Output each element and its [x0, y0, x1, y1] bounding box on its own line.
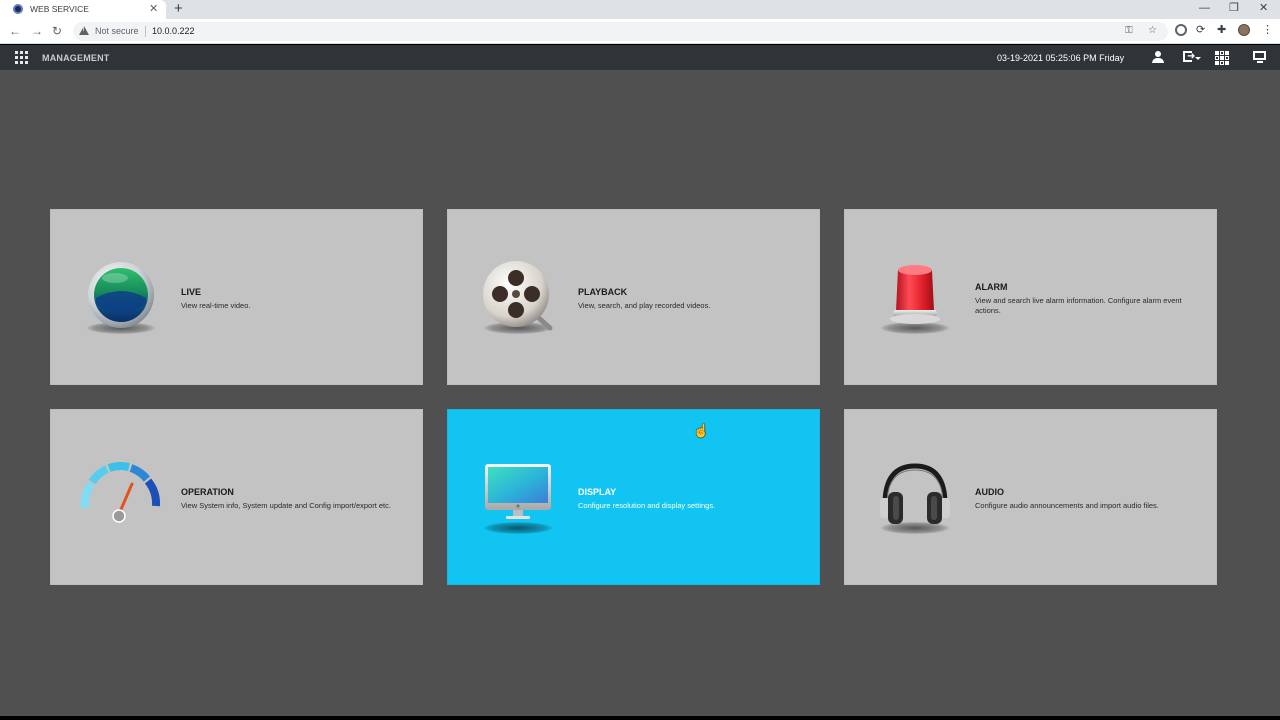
bottom-edge: [0, 716, 1280, 720]
live-lens-icon: [79, 256, 163, 340]
sync-icon[interactable]: ⟳: [1196, 23, 1205, 37]
card-description: View real-time video.: [181, 301, 251, 310]
card-alarm[interactable]: ALARM View and search live alarm informa…: [844, 209, 1217, 385]
user-icon[interactable]: [1149, 49, 1167, 66]
card-title: AUDIO: [975, 487, 1004, 497]
tab-title: WEB SERVICE: [30, 4, 89, 14]
card-title: PLAYBACK: [578, 287, 628, 297]
monitor-icon[interactable]: [1251, 49, 1269, 66]
extension-icon[interactable]: [1175, 24, 1187, 36]
logout-icon[interactable]: ➜: [1181, 49, 1201, 66]
card-description: Configure audio announcements and import…: [975, 501, 1159, 510]
key-icon[interactable]: ⚿: [1125, 25, 1133, 36]
display-monitor-icon: [476, 456, 560, 540]
headphones-icon: [873, 456, 957, 540]
app-header: MANAGEMENT 03-19-2021 05:25:06 PM Friday…: [0, 45, 1280, 70]
card-audio[interactable]: AUDIO Configure audio announcements and …: [844, 409, 1217, 585]
forward-icon[interactable]: →: [31, 24, 43, 38]
separator: [145, 26, 146, 37]
card-display[interactable]: DISPLAY Configure resolution and display…: [447, 409, 820, 585]
menu-grid-icon[interactable]: [15, 51, 28, 64]
page-title: MANAGEMENT: [42, 53, 110, 63]
reload-icon[interactable]: ↻: [52, 24, 62, 38]
card-title: DISPLAY: [578, 487, 617, 497]
warning-icon[interactable]: [79, 26, 89, 35]
card-description: View and search live alarm information. …: [975, 296, 1182, 315]
hand-cursor-icon: ☝: [693, 423, 710, 438]
puzzle-extensions-icon[interactable]: ✚: [1217, 23, 1226, 37]
browser-toolbar: ← → ↻ Not secure 10.0.0.222 ⚿ ☆ ⟳ ✚ ⋮: [0, 19, 1280, 44]
favicon-icon: [13, 4, 23, 14]
address-bar[interactable]: Not secure 10.0.0.222 ⚿ ☆: [73, 22, 1168, 41]
speedometer-icon: [79, 456, 163, 540]
card-live[interactable]: LIVE View real-time video.: [50, 209, 423, 385]
url-text[interactable]: 10.0.0.222: [152, 26, 195, 36]
back-icon[interactable]: ←: [9, 24, 21, 38]
security-label[interactable]: Not secure: [95, 26, 139, 36]
card-operation[interactable]: OPERATION View System info, System updat…: [50, 409, 423, 585]
new-tab-button[interactable]: +: [174, 0, 183, 18]
card-title: ALARM: [975, 282, 1008, 292]
card-title: LIVE: [181, 287, 202, 297]
qr-code-icon[interactable]: [1213, 49, 1231, 66]
bookmark-star-icon[interactable]: ☆: [1148, 25, 1157, 36]
close-window-icon[interactable]: ✕: [1259, 1, 1268, 15]
menu-dots-icon[interactable]: ⋮: [1262, 23, 1273, 37]
datetime-display: 03-19-2021 05:25:06 PM Friday: [997, 53, 1125, 63]
card-playback[interactable]: PLAYBACK View, search, and play recorded…: [447, 209, 820, 385]
alarm-siren-icon: [873, 256, 957, 340]
browser-tab[interactable]: WEB SERVICE ✕: [0, 0, 166, 19]
tab-close-icon[interactable]: ✕: [149, 2, 158, 16]
card-description: View System info, System update and Conf…: [181, 501, 391, 510]
profile-avatar[interactable]: [1238, 24, 1250, 36]
browser-tab-strip: WEB SERVICE ✕ + — ❐ ✕: [0, 0, 1280, 19]
restore-icon[interactable]: ❐: [1229, 1, 1239, 15]
card-description: Configure resolution and display setting…: [578, 501, 716, 510]
card-description: View, search, and play recorded videos.: [578, 301, 711, 310]
main-content: LIVE View real-time video. PLAYBACK View…: [0, 70, 1280, 716]
minimize-icon[interactable]: —: [1199, 1, 1210, 15]
card-title: OPERATION: [181, 487, 234, 497]
film-reel-icon: [476, 256, 560, 340]
